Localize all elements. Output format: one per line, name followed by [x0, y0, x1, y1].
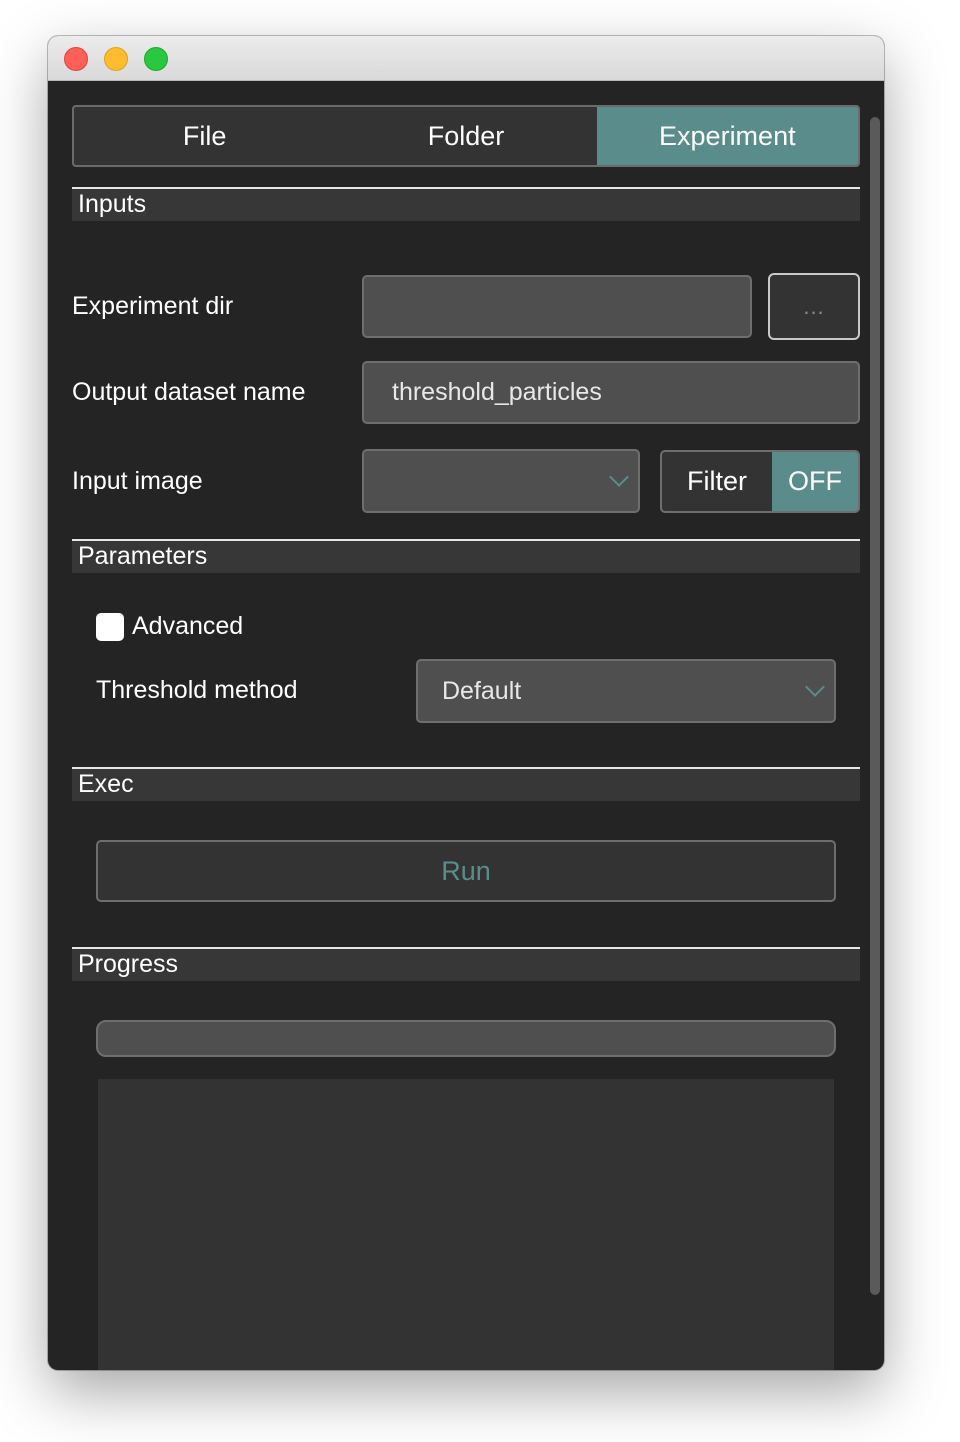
chevron-down-icon: [609, 467, 629, 487]
main-content: File Folder Experiment Inputs Experiment…: [48, 81, 884, 1370]
chevron-down-icon: [805, 677, 825, 697]
filter-state[interactable]: OFF: [772, 452, 858, 511]
advanced-checkbox[interactable]: [96, 613, 124, 641]
inputs-section-header: Inputs: [72, 187, 860, 221]
filter-label: Filter: [687, 466, 747, 496]
minimize-window-button[interactable]: [104, 47, 128, 71]
tab-experiment[interactable]: Experiment: [596, 107, 858, 165]
experiment-dir-input[interactable]: [362, 275, 752, 338]
experiment-dir-label: Experiment dir: [72, 292, 234, 320]
threshold-method-selected-value: Default: [442, 676, 522, 705]
vertical-scrollbar[interactable]: [870, 117, 880, 1295]
progress-bar: [96, 1020, 836, 1057]
mode-tabs: File Folder Experiment: [72, 105, 860, 167]
output-dataset-name-label: Output dataset name: [72, 378, 306, 406]
exec-section-header: Exec: [72, 767, 860, 801]
browse-button[interactable]: ...: [768, 273, 860, 340]
input-image-select[interactable]: [362, 449, 640, 513]
run-button[interactable]: Run: [96, 840, 836, 902]
output-dataset-name-input[interactable]: [362, 361, 860, 424]
tab-file[interactable]: File: [74, 107, 335, 165]
tab-folder[interactable]: Folder: [335, 107, 596, 165]
input-image-label: Input image: [72, 467, 203, 495]
progress-section-header: Progress: [72, 947, 860, 981]
app-window: File Folder Experiment Inputs Experiment…: [48, 36, 884, 1370]
maximize-window-button[interactable]: [144, 47, 168, 71]
threshold-method-select[interactable]: Default: [416, 659, 836, 723]
log-output-area[interactable]: [98, 1079, 834, 1370]
title-bar: [48, 36, 884, 81]
filter-toggle[interactable]: Filter OFF: [660, 450, 860, 513]
advanced-label: Advanced: [132, 612, 244, 640]
threshold-method-label: Threshold method: [96, 676, 298, 704]
parameters-section-header: Parameters: [72, 539, 860, 573]
close-window-button[interactable]: [64, 47, 88, 71]
